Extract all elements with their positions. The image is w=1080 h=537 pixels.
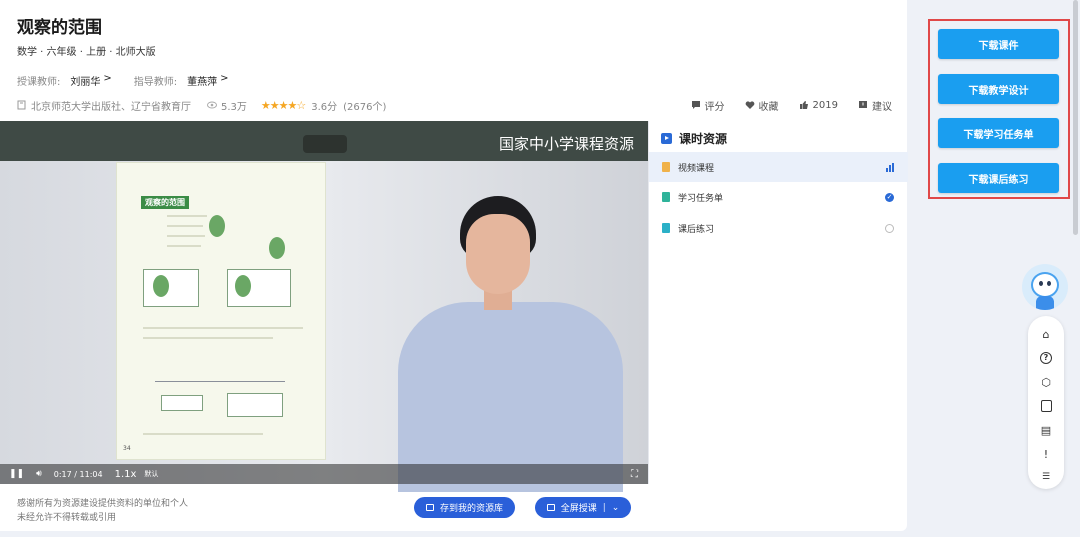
rating-score: 3.6分 — [311, 101, 338, 113]
resource-item-task-sheet[interactable]: 学习任务单 ✓ — [649, 182, 908, 212]
video-time: 0:17 / 11:04 — [53, 469, 103, 479]
favorite-label: 收藏 — [758, 101, 779, 113]
view-count: 5.3万 — [207, 98, 247, 113]
download-lesson-design-button[interactable]: 下载教学设计 — [938, 74, 1059, 104]
resource-item-label: 学习任务单 — [678, 193, 724, 204]
resource-heading-text: 课时资源 — [679, 132, 728, 146]
page-title: 观察的范围 — [17, 18, 102, 38]
rating-stars: ★★★★☆ — [260, 98, 306, 112]
suggest-button[interactable]: 建议 — [858, 98, 892, 113]
check-icon: ✓ — [885, 192, 894, 202]
task-file-icon — [662, 192, 670, 202]
resource-item-label: 课后练习 — [678, 224, 715, 235]
save-to-library-label: 存到我的资源库 — [439, 504, 503, 514]
resource-item-video[interactable]: 视频课程 — [649, 152, 908, 182]
video-file-icon — [662, 162, 670, 172]
empty-circle-icon — [885, 223, 894, 233]
publisher: 北京师范大学出版社、辽宁省教育厅 — [17, 98, 191, 113]
home-icon[interactable]: ⌂ — [1039, 327, 1053, 341]
box-icon[interactable]: ⬡ — [1039, 375, 1053, 389]
video-watermark: 国家中小学课程资源 — [498, 135, 634, 153]
suggest-label: 建议 — [872, 101, 892, 113]
feedback-icon[interactable]: ! — [1039, 447, 1053, 461]
download-courseware-button[interactable]: 下载课件 — [938, 29, 1059, 59]
copyright-line-1: 感谢所有为资源建设提供资料的单位和个人 — [17, 499, 189, 509]
rate-label: 评分 — [704, 101, 725, 113]
course-meta: 北京师范大学出版社、辽宁省教育厅 5.3万 ★★★★☆ 3.6分 (2676个)… — [17, 97, 892, 113]
fullscreen-icon[interactable]: ⛶ — [631, 469, 638, 480]
like-count: 2019 — [812, 99, 838, 111]
board-patch — [303, 135, 347, 153]
resource-panel: 课时资源 视频课程 学习任务单 ✓ 课后练习 — [648, 121, 908, 484]
textbook-page: 观察的范围 34 — [117, 163, 325, 459]
comment-icon — [691, 101, 700, 109]
flag-icon — [859, 101, 867, 108]
exercise-file-icon — [662, 223, 670, 233]
favorite-button[interactable]: 收藏 — [745, 98, 779, 113]
side-toolbar: ⌂ ? ⬡ ▤ ! ☰ — [1028, 316, 1064, 489]
course-actions: 评分 收藏 2019 建议 — [691, 98, 892, 113]
heart-icon — [745, 101, 754, 109]
teacher-row: 授课教师: 刘丽华 > 指导教师: 董燕萍 > — [17, 73, 229, 88]
play-icon — [661, 133, 672, 144]
thumbs-up-icon — [799, 101, 808, 109]
help-icon[interactable]: ? — [1039, 351, 1053, 365]
illustration-panel — [143, 269, 199, 307]
publisher-text: 北京师范大学出版社、辽宁省教育厅 — [31, 101, 191, 113]
book-icon — [17, 100, 26, 110]
views-text: 5.3万 — [221, 101, 247, 113]
resource-heading: 课时资源 — [661, 130, 727, 147]
copyright-line-2: 未经允许不得转载或引用 — [17, 513, 117, 523]
advisor-name-link[interactable]: 董燕萍 — [187, 73, 217, 88]
rating-count: (2676个) — [343, 101, 387, 113]
scrollbar[interactable] — [1073, 0, 1078, 235]
copyright-note: 感谢所有为资源建设提供资料的单位和个人 未经允许不得转载或引用 — [17, 497, 188, 525]
document-icon[interactable]: ▤ — [1039, 423, 1053, 437]
like-button[interactable]: 2019 — [799, 98, 838, 113]
tree-illustration — [209, 215, 225, 237]
chevron-right-icon: > — [220, 73, 229, 84]
folder-icon — [425, 504, 434, 511]
playing-bars-icon — [886, 162, 894, 172]
tree-illustration — [269, 237, 285, 259]
textbook-header: 观察的范围 — [141, 196, 189, 209]
advisor-label: 指导教师: — [133, 77, 178, 88]
assistant-avatar[interactable] — [1022, 264, 1068, 310]
video-controls: ❚❚ 🔊︎ 0:17 / 11:04 1.1x 默认 ⛶ — [0, 464, 648, 484]
eye-icon — [207, 101, 217, 109]
chevron-right-icon: > — [103, 73, 112, 84]
course-subtitle: 数学 · 六年级 · 上册 · 北师大版 — [17, 47, 156, 58]
download-exercise-button[interactable]: 下载课后练习 — [938, 163, 1059, 193]
copy-icon[interactable] — [1039, 399, 1053, 413]
teacher-name-link[interactable]: 刘丽华 — [70, 73, 100, 88]
quality-selector[interactable]: 默认 — [144, 469, 158, 479]
fullscreen-teach-button[interactable]: 全屏授课 | ⌄ — [535, 497, 631, 518]
rate-button[interactable]: 评分 — [691, 98, 725, 113]
resource-item-label: 视频课程 — [678, 163, 715, 174]
fullscreen-teach-label: 全屏授课 — [560, 504, 597, 514]
chevron-down-icon[interactable]: ⌄ — [612, 503, 620, 513]
pause-icon[interactable]: ❚❚ — [9, 469, 24, 479]
save-to-library-button[interactable]: 存到我的资源库 — [414, 497, 515, 518]
textbook-page-number: 34 — [123, 445, 131, 452]
more-icon[interactable]: ☰ — [1039, 470, 1053, 484]
playback-speed[interactable]: 1.1x — [115, 469, 137, 480]
volume-icon[interactable]: 🔊︎ — [36, 469, 42, 479]
screen-icon — [546, 504, 555, 511]
download-task-sheet-button[interactable]: 下载学习任务单 — [938, 118, 1059, 148]
presenter — [398, 192, 623, 492]
teacher-label: 授课教师: — [17, 77, 61, 88]
resource-item-exercise[interactable]: 课后练习 — [649, 213, 908, 243]
